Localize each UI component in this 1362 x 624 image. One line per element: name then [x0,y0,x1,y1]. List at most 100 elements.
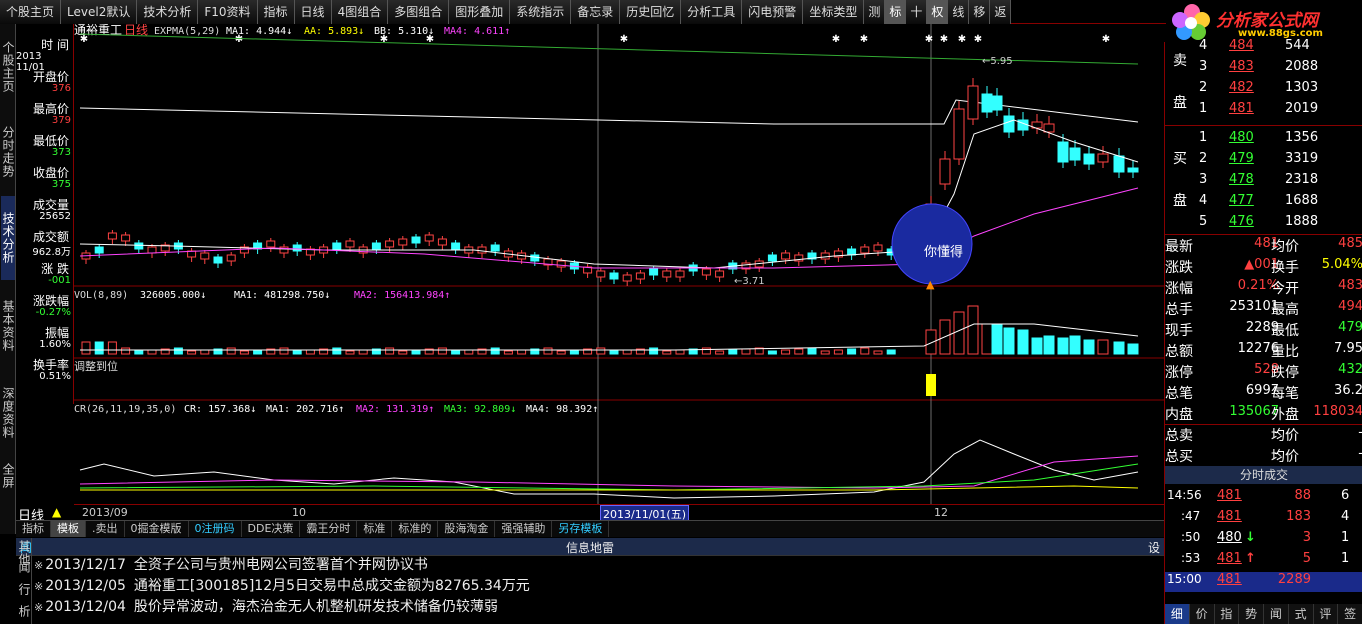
volume-bar [385,347,395,355]
menu-item-1[interactable]: Level2默认 [61,0,138,24]
template-tab-9[interactable]: 股海淘金 [438,521,496,537]
menu-item-18[interactable]: 权 [927,0,949,24]
menu-item-2[interactable]: 技术分析 [137,0,199,24]
volume-bar [451,350,461,355]
quote-label: 均价 [1271,239,1299,255]
template-tab-2[interactable]: .卖出 [86,521,125,537]
quote-label: 最高 [1271,302,1299,318]
menu-item-11[interactable]: 历史回忆 [620,0,682,24]
template-tab-4[interactable]: 0注册码 [189,521,242,537]
indicator-name: EXPMA(5,29) [154,26,220,37]
top-menu-bar: 个股主页 Level2默认 技术分析 F10资料 指标 日线 4图组合 多图组合 图形叠加 系统指… [0,0,1166,24]
bottom-right-tab-6[interactable]: 评 [1314,604,1339,624]
buy-label-2: 盘 [1173,193,1187,209]
candle-body [1069,147,1081,161]
bottom-right-tab-4[interactable]: 闻 [1264,604,1289,624]
quote-label: 总卖 [1165,428,1193,444]
event-marker-icon: ✱ [925,34,933,45]
bottom-right-tab-3[interactable]: 势 [1239,604,1264,624]
candle-body [385,240,395,248]
volume-bar [81,341,91,355]
candle-body [332,242,342,250]
news-side-tabs: 其他 闻 行 析 [16,538,32,624]
menu-item-3[interactable]: F10资料 [198,0,258,24]
news-side-tab-analysis[interactable]: 析 [17,602,31,620]
volume-bar [464,349,474,355]
menu-item-7[interactable]: 多图组合 [388,0,450,24]
news-text[interactable]: 通裕重工[300185]12月5日交易中总成交金额为82765.34万元 [134,578,530,594]
sell-label-2: 盘 [1173,95,1187,111]
news-side-tab-news[interactable]: 闻 [17,558,31,576]
bottom-right-tab-7[interactable]: 签 [1338,604,1362,624]
info-value-10: 0.51% [39,371,71,382]
candle-body [345,240,355,248]
volume-bar [1017,329,1029,355]
menu-item-16[interactable]: 标 [885,0,907,24]
menu-item-14[interactable]: 坐标类型 [803,0,865,24]
volume-bar [173,347,183,355]
menu-item-17[interactable]: 十 [906,0,928,24]
volume-bar [1031,337,1043,355]
flower-logo-icon [1172,4,1210,40]
bottom-right-tab-1[interactable]: 价 [1190,604,1215,624]
quote-label: 换手 [1271,260,1299,276]
news-text[interactable]: 全资子公司与贵州电网公司签署首个并网协议书 [134,557,428,573]
bottom-right-tab-0[interactable]: 细 [1165,604,1190,624]
menu-item-15[interactable]: 测 [864,0,886,24]
left-tab-1[interactable]: 分时走势 [1,110,15,194]
volume-bar [253,349,263,355]
buy-vol: 1688 [1285,193,1319,208]
template-tab-10[interactable]: 强强辅助 [495,521,553,537]
quote-label: 最新 [1165,239,1193,255]
left-tab-3[interactable]: 基本资料 [1,282,15,370]
bottom-right-tab-2[interactable]: 指 [1215,604,1240,624]
template-tab-1[interactable]: 模板 [51,521,86,537]
quote-label: 今开 [1271,281,1299,297]
menu-item-5[interactable]: 日线 [294,0,332,24]
menu-item-4[interactable]: 指标 [257,0,295,24]
template-tab-0[interactable]: 指标 [16,521,51,537]
menu-item-10[interactable]: 备忘录 [571,0,621,24]
cr-ma2: MA2: 131.319↑ [356,404,434,415]
menu-item-20[interactable]: 移 [969,0,991,24]
volume-bar [200,349,210,355]
period-triangle-icon[interactable]: ▲ [52,505,61,519]
template-tab-11[interactable]: 另存模板 [552,521,610,537]
news-item[interactable]: ※ 2013/12/17 全资子公司与贵州电网公司签署首个并网协议书 [34,555,428,575]
chart-area[interactable]: 通裕重工 日线 EXPMA(5,29) MA1: 4.944↓ AA: 5.893↓ BB… [18,22,1164,505]
bottom-right-tab-5[interactable]: 式 [1289,604,1314,624]
news-side-tab-industry[interactable]: 行 [17,580,31,598]
kline-chart-svg[interactable]: 通裕重工 日线 EXPMA(5,29) MA1: 4.944↓ AA: 5.893↓ BB… [18,22,1164,505]
template-tab-5[interactable]: DDE决策 [242,521,301,537]
tick-time: :50 [1181,530,1201,544]
menu-item-6[interactable]: 4图组合 [331,0,389,24]
menu-item-21[interactable]: 返 [990,0,1012,24]
sell-level: 4 [1199,38,1208,53]
volume-bar [292,350,302,355]
menu-item-9[interactable]: 系统指示 [510,0,572,24]
news-item[interactable]: ※ 2013/12/05 通裕重工[300185]12月5日交易中总成交金额为827… [34,576,530,596]
news-item[interactable]: ※ 2013/12/04 股价异常波动，海杰治金无人机整机研发技术储备仍较薄弱 [34,597,498,617]
news-text[interactable]: 股价异常波动，海杰治金无人机整机研发技术储备仍较薄弱 [134,599,498,615]
menu-item-13[interactable]: 闪电预警 [742,0,804,24]
menu-item-12[interactable]: 分析工具 [681,0,743,24]
menu-item-0[interactable]: 个股主页 [0,0,62,24]
template-tab-7[interactable]: 标准 [357,521,393,537]
quote-label: 涨幅 [1165,281,1193,297]
template-tab-6[interactable]: 霸王分时 [300,521,358,537]
left-tab-0[interactable]: 个股主页 [1,26,15,108]
event-marker-icon: ✱ [80,34,88,45]
menu-item-8[interactable]: 图形叠加 [449,0,511,24]
quote-value: 5.04% [1321,257,1362,272]
left-tab-2[interactable]: 技术分析 [1,196,15,280]
menu-item-19[interactable]: 线 [948,0,970,24]
info-value-4: 375 [51,179,71,190]
cr-ma3-line [79,463,1139,491]
news-settings-button[interactable]: 设 [1148,539,1160,556]
volume-bar [925,329,937,355]
template-tab-3[interactable]: 0掘金模版 [125,521,189,537]
left-tab-5[interactable]: 全屏 [1,456,15,496]
left-tab-4[interactable]: 深度资料 [1,372,15,454]
template-tab-8[interactable]: 标准的 [392,521,439,537]
tick-vol: 88 [1294,488,1311,503]
